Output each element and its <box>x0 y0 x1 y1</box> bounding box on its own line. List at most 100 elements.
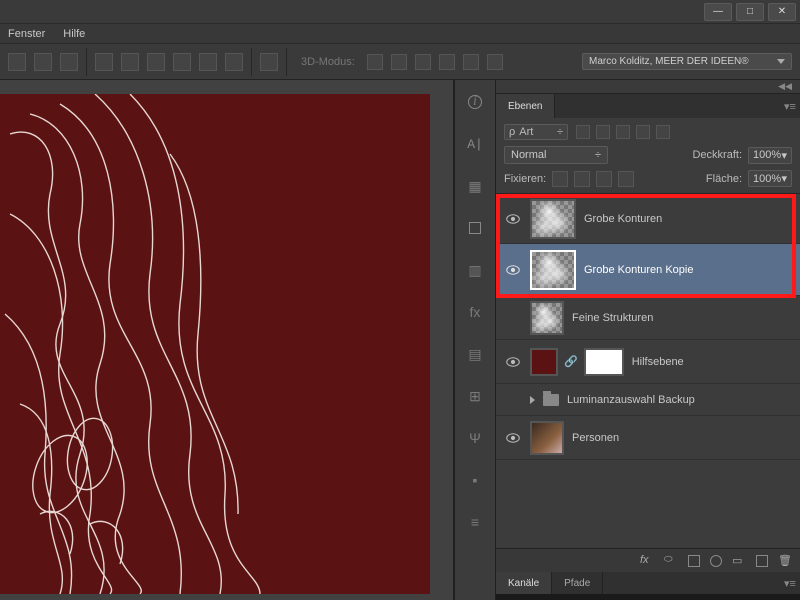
panel-icon-misc3[interactable]: ≡ <box>461 512 489 532</box>
maximize-button[interactable]: □ <box>736 3 764 21</box>
lock-position-icon[interactable] <box>574 171 590 187</box>
opacity-input[interactable]: 100%▾ <box>748 147 792 164</box>
fill-layer-thumbnail[interactable] <box>530 348 558 376</box>
layer-thumbnail[interactable] <box>530 199 576 239</box>
blend-mode-dropdown[interactable]: Normal ÷ <box>504 146 608 164</box>
opacity-value: 100% <box>753 149 781 161</box>
caret-down-icon <box>777 59 785 64</box>
collapse-indicator[interactable]: ◀◀ <box>778 81 792 92</box>
search-icon: ρ <box>509 126 515 138</box>
distribute-icon-3[interactable] <box>147 53 165 71</box>
3d-tool-2[interactable] <box>391 54 407 70</box>
group-icon[interactable]: ▭ <box>732 554 746 568</box>
collapsed-panel-strip: i A| ▦ ▥ fx ▤ ⊞ Ψ ▪ ≡ <box>454 80 496 600</box>
filter-type-dropdown[interactable]: ρ Art ÷ <box>504 124 568 140</box>
info-panel-icon[interactable]: i <box>461 92 489 112</box>
lock-all-icon[interactable] <box>596 171 612 187</box>
menu-fenster[interactable]: Fenster <box>8 28 45 40</box>
mask-thumbnail[interactable] <box>584 348 624 376</box>
visibility-toggle[interactable] <box>504 263 522 277</box>
distribute-icon[interactable] <box>95 53 113 71</box>
navigator-panel-icon[interactable]: ▤ <box>461 344 489 364</box>
layer-name[interactable]: Luminanzauswahl Backup <box>567 394 792 406</box>
filter-type-icon[interactable] <box>616 125 630 139</box>
layer-thumbnail[interactable] <box>530 250 576 290</box>
blend-mode-value: Normal <box>511 149 546 161</box>
visibility-toggle-empty[interactable] <box>504 393 522 407</box>
align-center-icon[interactable] <box>34 53 52 71</box>
author-text: Marco Kolditz, MEER DER IDEEN® <box>589 56 749 67</box>
group-expand-icon[interactable] <box>530 396 535 404</box>
lock-icon-4[interactable] <box>618 171 634 187</box>
layer-name[interactable]: Personen <box>572 432 792 444</box>
3d-tool-3[interactable] <box>415 54 431 70</box>
layers-panel-area: ◀◀ Ebenen ▾≡ ρ Art ÷ <box>496 80 800 600</box>
align-left-icon[interactable] <box>8 53 26 71</box>
mask-icon[interactable] <box>688 555 700 567</box>
minimize-button[interactable]: — <box>704 3 732 21</box>
workspace-author-dropdown[interactable]: Marco Kolditz, MEER DER IDEEN® <box>582 53 792 70</box>
delete-layer-icon[interactable]: 🗑 <box>778 554 792 568</box>
channels-menu-icon[interactable]: ▾≡ <box>780 572 800 594</box>
panel-icon-misc2[interactable]: ▪ <box>461 470 489 490</box>
adjustment-layer-icon[interactable] <box>710 555 722 567</box>
distribute-icon-6[interactable] <box>225 53 243 71</box>
layers-tab[interactable]: Ebenen <box>496 94 555 118</box>
layer-thumbnail[interactable] <box>530 421 564 455</box>
layer-panel-footer: fx ⬭ ▭ 🗑 <box>496 548 800 572</box>
filter-shape-icon[interactable] <box>636 125 650 139</box>
document-canvas[interactable] <box>0 94 430 594</box>
canvas-area <box>0 80 454 600</box>
fill-input[interactable]: 100%▾ <box>748 170 792 187</box>
folder-icon <box>543 394 559 406</box>
3d-tool-4[interactable] <box>439 54 455 70</box>
layer-name[interactable]: Hilfsebene <box>632 356 792 368</box>
menu-hilfe[interactable]: Hilfe <box>63 28 85 40</box>
character-panel-icon[interactable]: A| <box>461 134 489 154</box>
lock-pixels-icon[interactable] <box>552 171 568 187</box>
distribute-icon-5[interactable] <box>199 53 217 71</box>
visibility-toggle[interactable] <box>504 431 522 445</box>
layer-row-personen[interactable]: Personen <box>496 416 800 460</box>
align-right-icon[interactable] <box>60 53 78 71</box>
layer-row-feine[interactable]: Feine Strukturen <box>496 296 800 340</box>
panel-menu-icon[interactable]: ▾≡ <box>780 94 800 118</box>
filter-smart-icon[interactable] <box>656 125 670 139</box>
filter-type-label: Art <box>519 126 533 138</box>
visibility-toggle[interactable] <box>504 355 522 369</box>
channels-tab[interactable]: Kanäle <box>496 572 552 594</box>
swatches-panel-icon[interactable]: ▦ <box>461 176 489 196</box>
layer-name[interactable]: Grobe Konturen Kopie <box>584 264 792 276</box>
adjustments-panel-icon[interactable]: fx <box>461 302 489 322</box>
layers-list: Grobe Konturen Grobe Konturen Kopie Fein… <box>496 194 800 548</box>
layer-name[interactable]: Grobe Konturen <box>584 213 792 225</box>
panel-icon-misc[interactable]: ⊞ <box>461 386 489 406</box>
filter-image-icon[interactable] <box>576 125 590 139</box>
artwork <box>0 94 430 594</box>
distribute-icon-4[interactable] <box>173 53 191 71</box>
layer-row-grobe-kopie[interactable]: Grobe Konturen Kopie <box>496 244 800 296</box>
distribute-icon-2[interactable] <box>121 53 139 71</box>
visibility-toggle-empty[interactable] <box>504 311 522 325</box>
layer-controls: ρ Art ÷ Normal ÷ Deckkraft: <box>496 118 800 194</box>
fx-label[interactable]: fx <box>640 554 654 568</box>
filter-adjust-icon[interactable] <box>596 125 610 139</box>
3d-tool-1[interactable] <box>367 54 383 70</box>
panel-icon-grid[interactable]: ▥ <box>461 260 489 280</box>
layer-row-luminanz-group[interactable]: Luminanzauswahl Backup <box>496 384 800 416</box>
history-panel-icon[interactable] <box>461 218 489 238</box>
visibility-toggle[interactable] <box>504 212 522 226</box>
layer-thumbnail[interactable] <box>530 301 564 335</box>
brush-panel-icon[interactable]: Ψ <box>461 428 489 448</box>
paths-tab[interactable]: Pfade <box>552 572 603 594</box>
layer-row-grobe-konturen[interactable]: Grobe Konturen <box>496 194 800 244</box>
mode-3d-label: 3D-Modus: <box>301 56 355 68</box>
3d-tool-6[interactable] <box>487 54 503 70</box>
extra-icon[interactable] <box>260 53 278 71</box>
layer-name[interactable]: Feine Strukturen <box>572 312 792 324</box>
3d-tool-5[interactable] <box>463 54 479 70</box>
link-layers-icon[interactable]: ⬭ <box>664 554 678 568</box>
close-button[interactable]: ✕ <box>768 3 796 21</box>
layer-row-hilfsebene[interactable]: 🔗 Hilfsebene <box>496 340 800 384</box>
new-layer-icon[interactable] <box>756 555 768 567</box>
